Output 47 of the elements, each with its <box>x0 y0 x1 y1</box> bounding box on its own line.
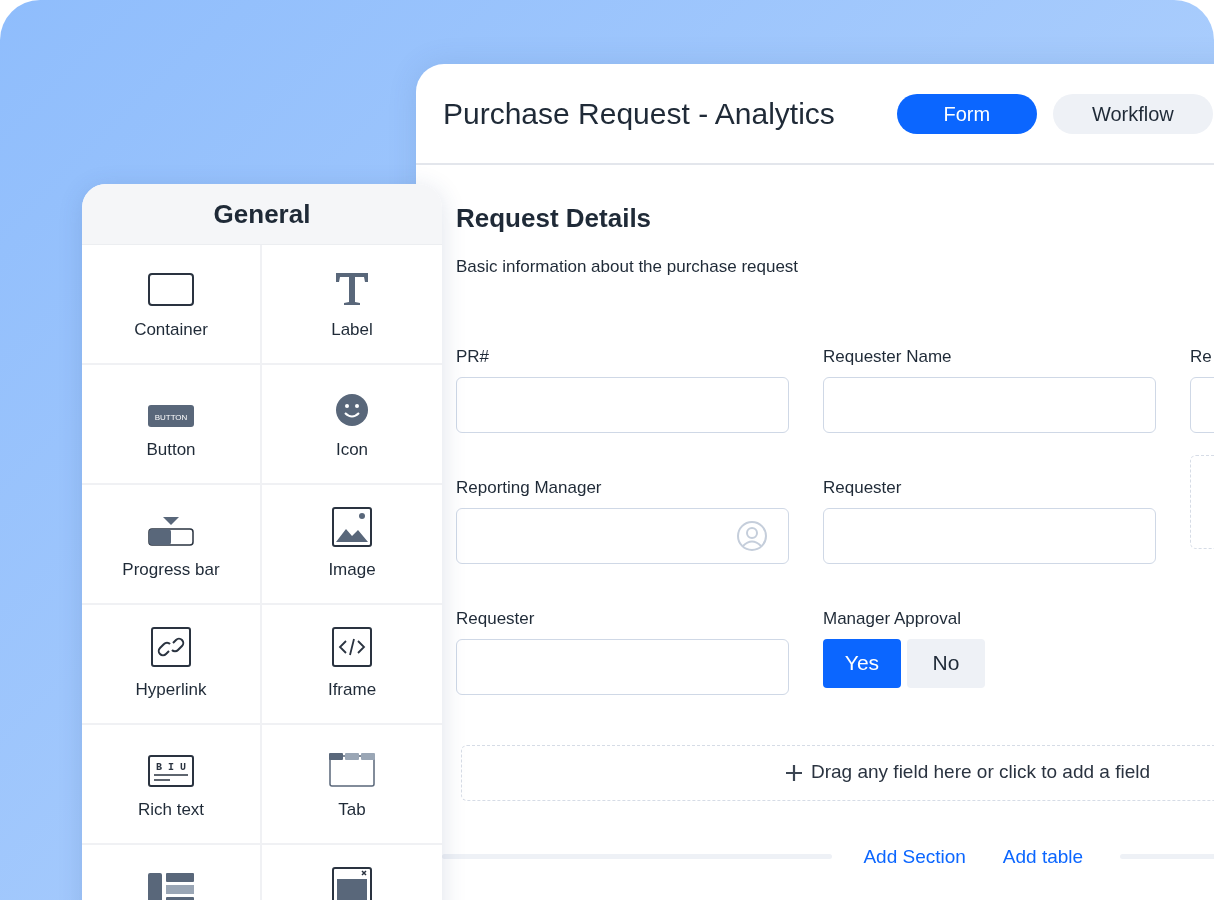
tabs-icon <box>329 753 375 787</box>
input-field[interactable] <box>823 507 1156 564</box>
button-icon: BUTTON <box>148 405 194 427</box>
palette-item[interactable]: Tab <box>262 725 442 845</box>
section-description: Basic information about the purchase request <box>456 256 800 279</box>
input-field[interactable] <box>456 507 789 564</box>
palette-item[interactable]: Iframe <box>262 605 442 725</box>
toggle-option[interactable]: Yes <box>823 638 901 688</box>
palette-item[interactable]: Image <box>262 485 442 605</box>
palette-item[interactable]: B I U Rich text <box>82 725 262 845</box>
field-label: PR# <box>456 345 491 366</box>
input-field[interactable] <box>456 376 789 433</box>
rectangle-icon <box>148 273 194 307</box>
progress-icon <box>148 517 194 547</box>
palette-item[interactable]: Icon <box>262 365 442 485</box>
image-icon <box>332 507 372 547</box>
input-field[interactable] <box>456 638 789 695</box>
smiley-icon <box>335 393 369 427</box>
field-label: Requester <box>823 476 903 497</box>
rich-text-icon: B I U <box>148 755 194 787</box>
input-field[interactable] <box>823 376 1156 433</box>
toggle-option[interactable]: No <box>907 638 985 688</box>
palette-item[interactable]: Hyperlink <box>82 605 262 725</box>
drop-zone[interactable]: Drag any field here or click to add a field <box>461 744 1214 801</box>
palette-item[interactable]: Container <box>82 245 262 365</box>
letter-icon <box>334 271 370 307</box>
field-label: Manager Approval <box>823 607 962 628</box>
palette-title: General <box>82 184 442 245</box>
window-icon <box>332 867 372 900</box>
field-label: Reporting Manager <box>456 476 603 497</box>
columns-icon <box>148 873 194 900</box>
palette-item[interactable]: BUTTON Button <box>82 365 262 485</box>
action-link[interactable]: Add table <box>1002 842 1084 872</box>
code-icon <box>332 627 372 667</box>
link-icon <box>151 627 191 667</box>
action-link[interactable]: Add Section <box>863 842 966 872</box>
window-title: Purchase Request - Analytics <box>443 95 835 132</box>
plus-icon <box>785 763 803 782</box>
tab[interactable]: Form <box>896 93 1037 134</box>
tab[interactable]: Workflow <box>1052 93 1213 134</box>
field-label: Re <box>1190 345 1213 366</box>
field-label: Requester Name <box>823 345 953 366</box>
user-icon <box>736 519 768 552</box>
palette-item[interactable]: Progress bar <box>82 485 262 605</box>
field-label: Requester <box>456 607 536 628</box>
palette-item[interactable]: Label <box>262 245 442 365</box>
section-title: Request Details <box>456 203 653 235</box>
